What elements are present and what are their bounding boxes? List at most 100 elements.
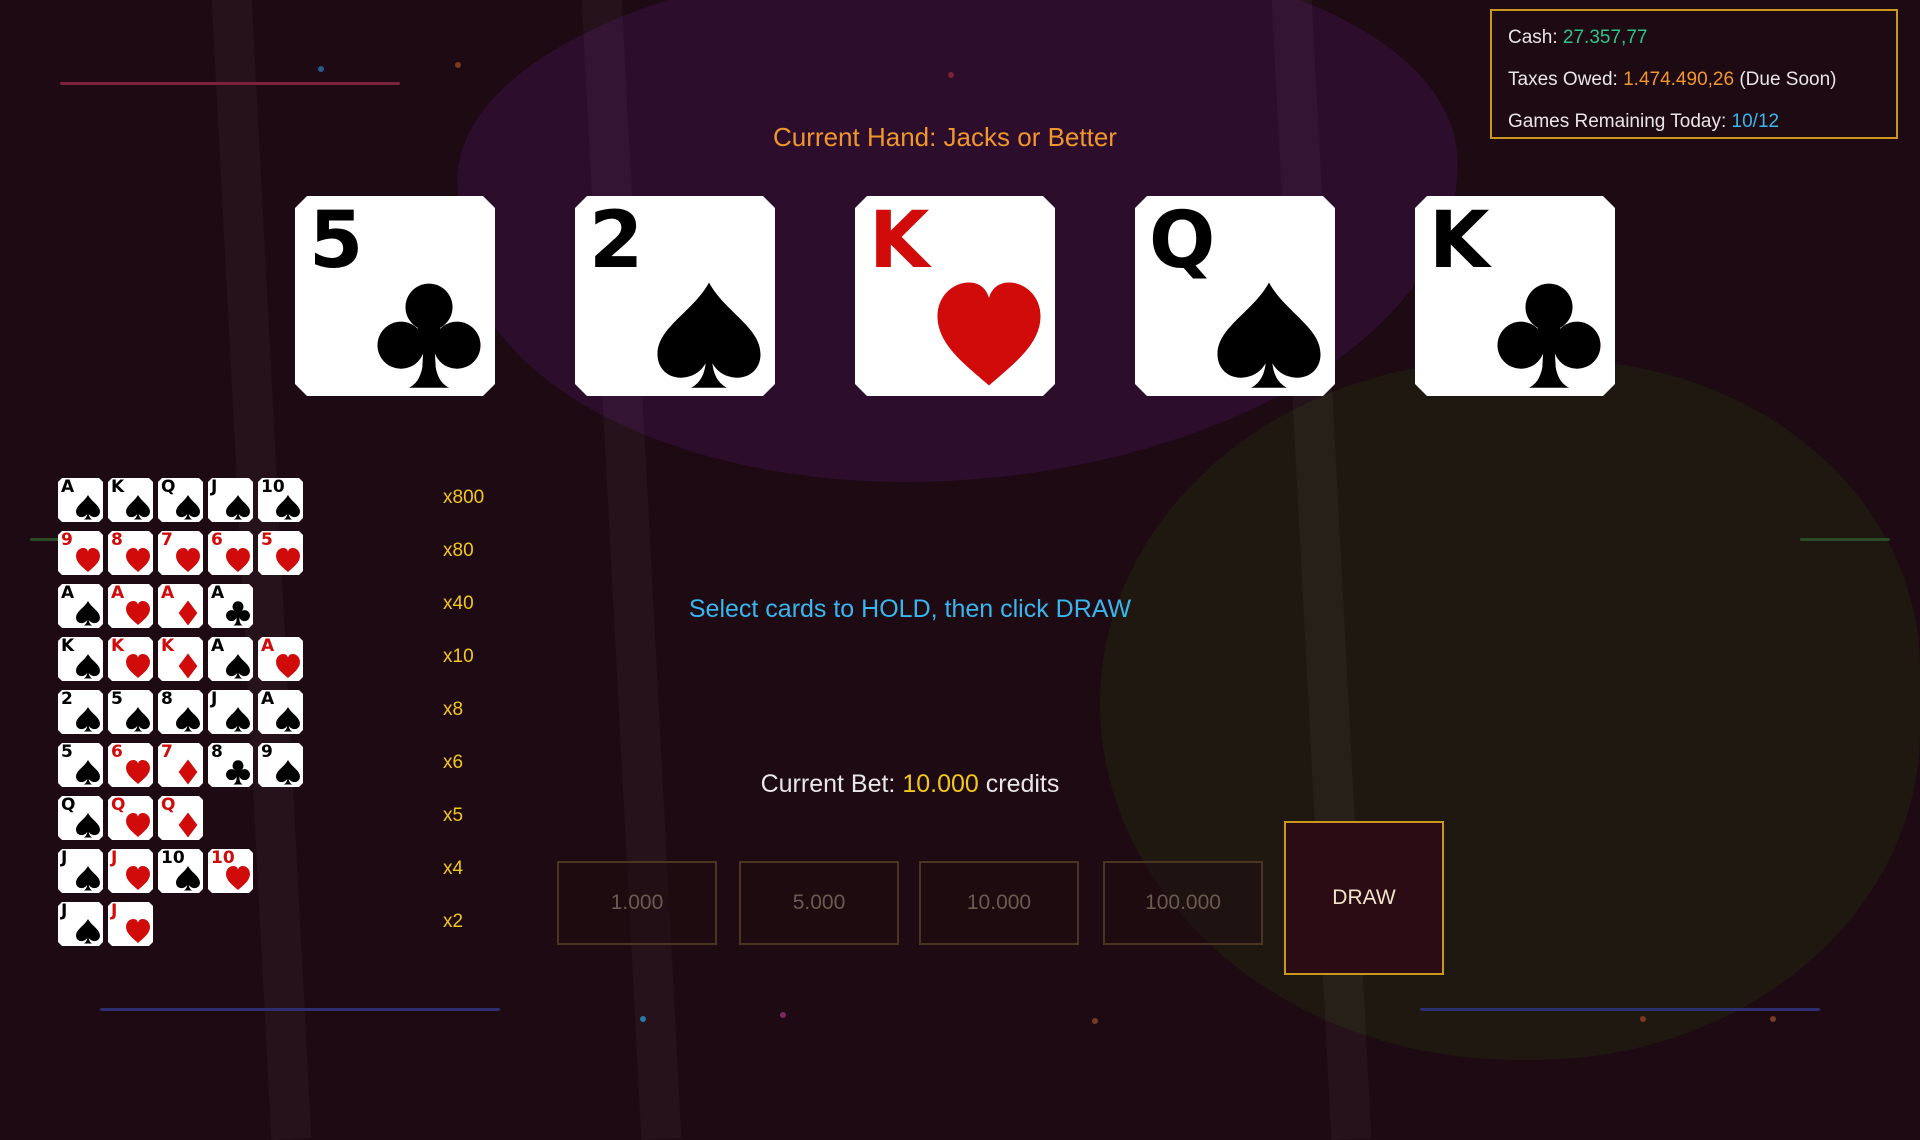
paytable-card-rank: 8	[161, 689, 173, 709]
paytable-card-rank: J	[211, 689, 218, 709]
paytable-card-rank: J	[61, 901, 68, 921]
spade-icon	[275, 706, 301, 732]
spade-icon	[175, 494, 201, 520]
heart-icon	[175, 547, 201, 573]
current-hand-label: Current Hand: Jacks or Better	[773, 122, 1117, 152]
paytable-card: Q	[158, 796, 203, 840]
taxes-value: 1.474.490,26	[1623, 69, 1735, 90]
taxes-row: Taxes Owed: 1.474.490,26 (Due Soon)	[1508, 59, 1896, 101]
paytable-card: 7	[158, 531, 203, 575]
paytable-card-rank: 2	[61, 689, 73, 709]
card-rank: K	[869, 196, 930, 286]
paytable-card-rank: J	[61, 848, 68, 868]
paytable-card: K	[58, 637, 103, 681]
club-icon	[1493, 278, 1605, 390]
hand-card[interactable]: K	[1415, 196, 1615, 396]
bet-1000-button[interactable]: 1.000	[557, 861, 717, 945]
spade-icon	[75, 918, 101, 944]
spade-icon	[653, 278, 765, 390]
paytable-card: J	[208, 478, 253, 522]
spade-icon	[75, 706, 101, 732]
paytable-card-rank: Q	[161, 477, 176, 497]
bet-5000-button[interactable]: 5.000	[739, 861, 899, 945]
paytable-card-rank: 5	[261, 530, 273, 550]
hand-card[interactable]: 5	[295, 196, 495, 396]
paytable-card-rank: Q	[61, 795, 76, 815]
paytable-card-rank: K	[161, 636, 175, 656]
spade-icon	[75, 494, 101, 520]
cash-label: Cash:	[1508, 27, 1563, 48]
spade-icon	[225, 494, 251, 520]
paytable-card: J	[58, 902, 103, 946]
decorative-dot	[948, 72, 954, 78]
paytable-multiplier: x8	[443, 699, 464, 720]
paytable-card-rank: K	[111, 636, 125, 656]
heart-icon	[225, 547, 251, 573]
paytable-card: J	[208, 690, 253, 734]
paytable-card-rank: 6	[211, 530, 223, 550]
paytable-card: K	[158, 637, 203, 681]
card-rank: 5	[309, 196, 364, 286]
paytable-card: 6	[208, 531, 253, 575]
club-icon	[373, 278, 485, 390]
paytable-card-rank: J	[111, 901, 118, 921]
current-bet-value: 10.000	[902, 770, 979, 798]
paytable-card-rank: 9	[61, 530, 73, 550]
paytable-card-rank: 7	[161, 530, 173, 550]
paytable-card-rank: A	[261, 689, 275, 709]
decorative-line	[100, 1008, 500, 1011]
paytable-card-rank: A	[261, 636, 275, 656]
paytable-card: A	[258, 637, 303, 681]
paytable-card-rank: 7	[161, 742, 173, 762]
paytable-card-rank: 5	[61, 742, 73, 762]
paytable-card-rank: A	[211, 636, 225, 656]
heart-icon	[125, 653, 151, 679]
paytable-card: 5	[258, 531, 303, 575]
paytable-card-rank: 8	[211, 742, 223, 762]
paytable-multiplier: x80	[443, 540, 474, 561]
decorative-dot	[780, 1012, 786, 1018]
heart-icon	[225, 865, 251, 891]
paytable-multiplier: x800	[443, 487, 485, 508]
heart-icon	[933, 278, 1045, 390]
paytable-card-rank: A	[61, 477, 75, 497]
hand-card[interactable]: Q	[1135, 196, 1335, 396]
taxes-label: Taxes Owed:	[1508, 69, 1624, 90]
paytable-card: 5	[108, 690, 153, 734]
spade-icon	[275, 494, 301, 520]
draw-button[interactable]: DRAW	[1284, 821, 1444, 975]
diamond-icon	[175, 653, 201, 679]
spade-icon	[75, 812, 101, 838]
paytable-card-rank: Q	[161, 795, 176, 815]
paytable-card-rank: K	[61, 636, 75, 656]
heart-icon	[125, 918, 151, 944]
paytable-card: J	[108, 849, 153, 893]
decorative-dot	[1640, 1016, 1646, 1022]
paytable-card: 8	[158, 690, 203, 734]
paytable-card: K	[108, 637, 153, 681]
hand-card[interactable]: K	[855, 196, 1055, 396]
heart-icon	[275, 547, 301, 573]
hand-card[interactable]: 2	[575, 196, 775, 396]
paytable-card: Q	[108, 796, 153, 840]
paytable-card-rank: Q	[111, 795, 126, 815]
decorative-line	[30, 538, 60, 541]
spade-icon	[1213, 278, 1325, 390]
cash-row: Cash: 27.357,77	[1508, 17, 1896, 59]
spade-icon	[225, 653, 251, 679]
spade-icon	[225, 706, 251, 732]
paytable-card: Q	[58, 796, 103, 840]
spade-icon	[175, 706, 201, 732]
paytable-card: J	[58, 849, 103, 893]
bet-10000-button[interactable]: 10.000	[919, 861, 1079, 945]
paytable-card: Q	[158, 478, 203, 522]
bet-100000-button[interactable]: 100.000	[1103, 861, 1263, 945]
card-rank: K	[1429, 196, 1490, 286]
heart-icon	[125, 812, 151, 838]
paytable-card: A	[258, 690, 303, 734]
decorative-line	[60, 82, 400, 85]
paytable-card: 2	[58, 690, 103, 734]
paytable-card-rank: J	[111, 848, 118, 868]
instruction-text: Select cards to HOLD, then click DRAW	[688, 595, 1132, 623]
paytable-multiplier: x2	[443, 911, 464, 932]
